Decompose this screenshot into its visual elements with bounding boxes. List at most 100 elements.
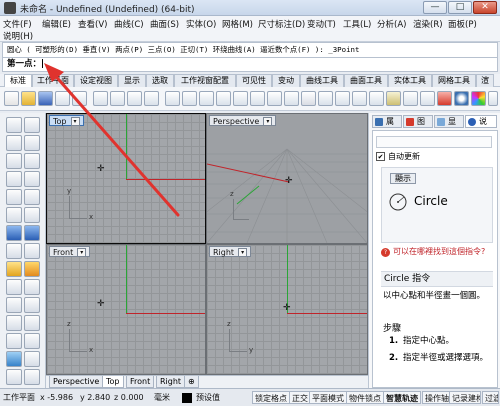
tab-transform[interactable]: 变动 bbox=[272, 74, 300, 87]
tab-surface-tools[interactable]: 曲面工具 bbox=[344, 74, 388, 87]
rotate-icon[interactable] bbox=[6, 333, 22, 349]
render-sphere-icon[interactable] bbox=[454, 91, 469, 106]
polygon-icon[interactable] bbox=[24, 171, 40, 187]
import-icon[interactable] bbox=[72, 91, 87, 106]
magnifier-icon[interactable] bbox=[267, 91, 282, 106]
zoom-icon[interactable] bbox=[199, 91, 214, 106]
sphere-solid-icon[interactable] bbox=[24, 225, 40, 241]
viewport-perspective-label[interactable]: Perspective ▾ bbox=[209, 115, 277, 126]
tab-mesh-tools[interactable]: 网格工具 bbox=[432, 74, 476, 87]
menu-tools[interactable]: 工具(L) bbox=[343, 18, 371, 30]
copy-icon[interactable] bbox=[110, 91, 125, 106]
arc-icon[interactable] bbox=[24, 153, 40, 169]
move-icon[interactable] bbox=[6, 315, 22, 331]
text-icon[interactable] bbox=[24, 351, 40, 367]
tab-display[interactable]: 显示 bbox=[118, 74, 146, 87]
car-render-icon[interactable] bbox=[352, 91, 367, 106]
viewport-menu-arrow-icon[interactable]: ▾ bbox=[238, 248, 248, 257]
gumball-toggle[interactable]: 操作轴 bbox=[422, 391, 452, 404]
menu-surface[interactable]: 曲面(S) bbox=[150, 18, 179, 30]
viewtab-right[interactable]: Right bbox=[156, 376, 186, 388]
status-layer[interactable]: 预设值 bbox=[196, 391, 220, 404]
planar-toggle[interactable]: 平面模式 bbox=[309, 391, 347, 404]
grid-snap-icon[interactable] bbox=[335, 91, 350, 106]
join-icon[interactable] bbox=[24, 297, 40, 313]
menu-file[interactable]: 文件(F) bbox=[3, 18, 32, 30]
array-icon[interactable] bbox=[6, 369, 22, 385]
menu-panels[interactable]: 面板(P) bbox=[448, 18, 477, 30]
tab-solid-tools[interactable]: 实体工具 bbox=[388, 74, 432, 87]
tab-viewport-layout[interactable]: 工作视窗配置 bbox=[174, 74, 236, 87]
viewport-menu-arrow-icon[interactable]: ▾ bbox=[77, 248, 87, 257]
boolean-icon[interactable] bbox=[6, 279, 22, 295]
print-icon[interactable] bbox=[55, 91, 70, 106]
pan-hand-icon[interactable] bbox=[165, 91, 180, 106]
freeform-icon[interactable] bbox=[6, 189, 22, 205]
viewport-perspective[interactable]: Perspective ▾ ✛ z bbox=[207, 114, 367, 243]
rotate-view-icon[interactable] bbox=[182, 91, 197, 106]
maximize-button[interactable]: □ bbox=[448, 1, 472, 14]
mesh-icon[interactable] bbox=[6, 243, 22, 259]
trim-icon[interactable] bbox=[24, 279, 40, 295]
point-tool-icon[interactable] bbox=[24, 117, 40, 133]
tab-visibility[interactable]: 可见性 bbox=[236, 74, 272, 87]
viewport-front-label[interactable]: Front ▾ bbox=[49, 246, 91, 257]
viewport-layout-icon[interactable] bbox=[284, 91, 299, 106]
new-file-icon[interactable] bbox=[4, 91, 19, 106]
tab-standard[interactable]: 标准 bbox=[4, 74, 32, 87]
command-prompt[interactable]: 第一点： bbox=[2, 58, 498, 72]
tab-render[interactable]: 渲 bbox=[476, 74, 494, 87]
zoom-selected-icon[interactable] bbox=[250, 91, 265, 106]
menu-transform[interactable]: 变动(T) bbox=[307, 18, 336, 30]
status-workplane[interactable]: 工作平面 bbox=[3, 391, 35, 404]
material-icon[interactable] bbox=[437, 91, 452, 106]
copy-tool-icon[interactable] bbox=[24, 315, 40, 331]
viewtab-front[interactable]: Front bbox=[126, 376, 155, 388]
osnap-toggle[interactable]: 物件锁点 bbox=[346, 391, 384, 404]
panel-tab-display[interactable]: 显 bbox=[434, 115, 464, 128]
menu-render[interactable]: 渲染(R) bbox=[413, 18, 443, 30]
auto-update-checkbox[interactable]: ✔ bbox=[376, 152, 385, 161]
record-history-toggle[interactable]: 记录建构历 bbox=[449, 391, 481, 404]
viewtab-perspective[interactable]: Perspective bbox=[49, 376, 104, 388]
extrude-icon[interactable] bbox=[24, 207, 40, 223]
undo-icon[interactable] bbox=[144, 91, 159, 106]
menu-help[interactable]: 说明(H) bbox=[3, 30, 33, 42]
snap-lock-toggle[interactable]: 锁定格点 bbox=[252, 391, 290, 404]
viewport-top-label[interactable]: Top ▾ bbox=[49, 115, 84, 126]
save-icon[interactable] bbox=[38, 91, 53, 106]
analyze-icon[interactable] bbox=[24, 369, 40, 385]
sub-d-icon[interactable] bbox=[24, 243, 40, 259]
minimize-button[interactable]: — bbox=[423, 1, 447, 14]
layer-icon[interactable] bbox=[420, 91, 435, 106]
cut-icon[interactable] bbox=[93, 91, 108, 106]
circle-tool-icon[interactable] bbox=[6, 153, 22, 169]
menu-mesh[interactable]: 网格(M) bbox=[222, 18, 253, 30]
curve-icon[interactable] bbox=[24, 135, 40, 151]
menu-analyze[interactable]: 分析(A) bbox=[377, 18, 406, 30]
surface-icon[interactable] bbox=[6, 207, 22, 223]
add-viewtab-icon[interactable]: ⊕ bbox=[184, 376, 199, 388]
tab-curve-tools[interactable]: 曲线工具 bbox=[300, 74, 344, 87]
select-arrow-icon[interactable] bbox=[6, 117, 22, 133]
split-icon[interactable] bbox=[6, 297, 22, 313]
panel-tab-help[interactable]: 说 bbox=[465, 115, 497, 128]
panel-tab-layers[interactable]: 图 bbox=[403, 115, 433, 128]
color-wheel-icon[interactable] bbox=[471, 91, 486, 106]
four-viewports-icon[interactable] bbox=[301, 91, 316, 106]
display-button[interactable]: 顯示 bbox=[390, 173, 416, 184]
viewport-front[interactable]: Front ▾ ✛ z x bbox=[47, 245, 205, 374]
toolbar-overflow-icon[interactable] bbox=[488, 91, 498, 106]
scale-icon[interactable] bbox=[24, 333, 40, 349]
dimension-icon[interactable] bbox=[6, 351, 22, 367]
rectangle-icon[interactable] bbox=[6, 171, 22, 187]
close-button[interactable]: ✕ bbox=[473, 1, 497, 14]
menu-solid[interactable]: 实体(O) bbox=[186, 18, 216, 30]
ortho-toggle[interactable]: 正交 bbox=[289, 391, 311, 404]
viewport-menu-arrow-icon[interactable]: ▾ bbox=[263, 117, 273, 126]
light-bulb-icon[interactable] bbox=[386, 91, 401, 106]
tab-workplane[interactable]: 工作平面 bbox=[32, 74, 74, 87]
tab-set-view[interactable]: 设定视图 bbox=[74, 74, 118, 87]
lock-icon[interactable] bbox=[403, 91, 418, 106]
zoom-extents-icon[interactable] bbox=[233, 91, 248, 106]
